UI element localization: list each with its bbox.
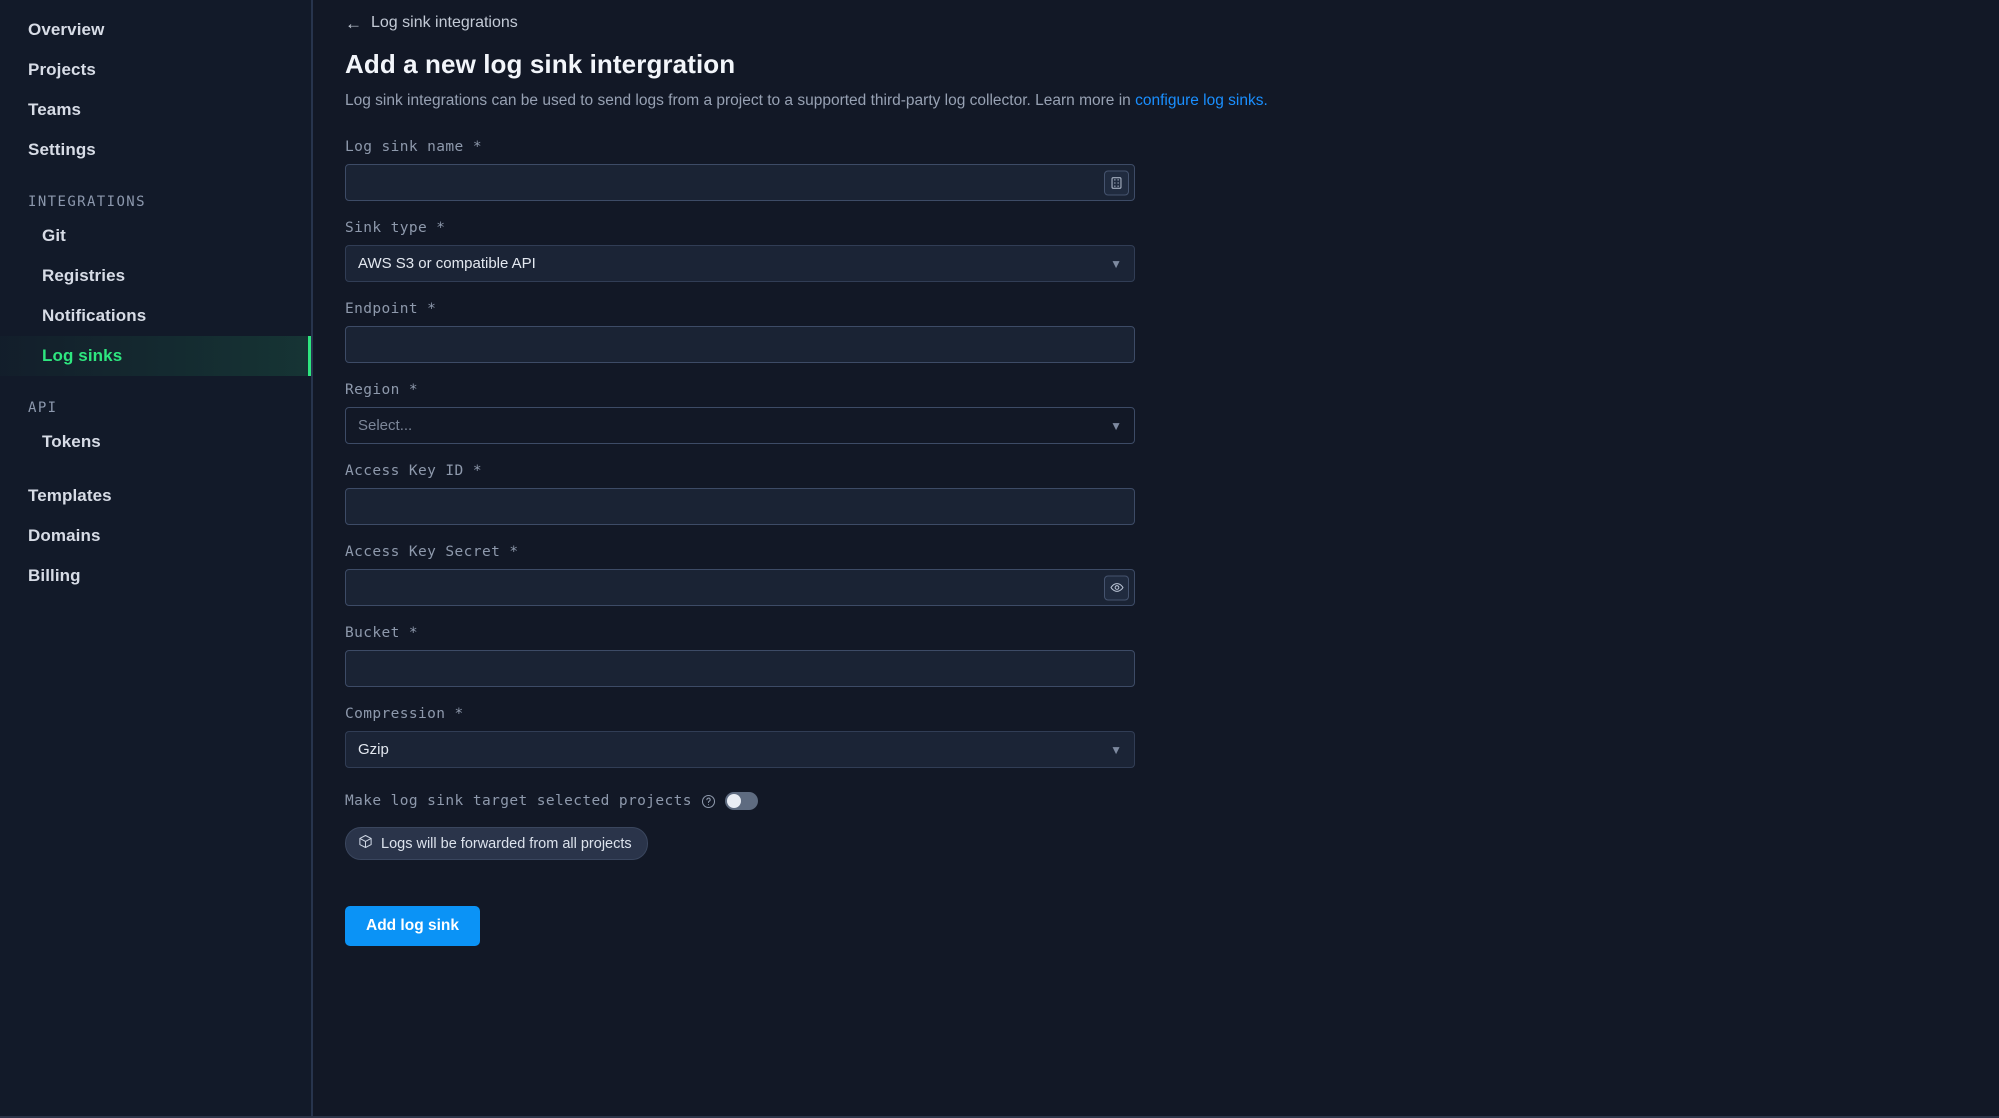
sidebar-item-label: Notifications: [42, 306, 147, 325]
compression-value: Gzip: [358, 741, 389, 758]
help-circle-icon[interactable]: [701, 794, 716, 809]
sidebar-divider-1: [0, 170, 311, 184]
compression-select[interactable]: Gzip ▼: [345, 731, 1135, 768]
access-key-id-input[interactable]: [345, 488, 1135, 525]
configure-log-sinks-link[interactable]: configure log sinks.: [1135, 92, 1268, 109]
log-sink-name-input-wrap: [345, 164, 1135, 201]
sidebar-item-label: Overview: [28, 20, 105, 39]
log-sink-name-label: Log sink name *: [345, 139, 482, 155]
bucket-input-wrap: [345, 650, 1135, 687]
sidebar-item-label: Domains: [28, 526, 101, 545]
sidebar-item-label: Templates: [28, 486, 112, 505]
sidebar-item-notifications[interactable]: Notifications: [0, 296, 311, 336]
sidebar-item-overview[interactable]: Overview: [0, 10, 311, 50]
breadcrumb-back-link[interactable]: ← Log sink integrations: [345, 14, 518, 32]
field-access-key-id: Access Key ID *: [345, 463, 1135, 525]
target-projects-toggle-row: Make log sink target selected projects: [345, 792, 1135, 810]
arrow-left-icon: ←: [345, 13, 362, 33]
sidebar-item-projects[interactable]: Projects: [0, 50, 311, 90]
sink-type-value: AWS S3 or compatible API: [358, 255, 536, 272]
sidebar-section-api: API: [28, 400, 58, 416]
sidebar-item-label: Registries: [42, 266, 126, 285]
target-projects-toggle[interactable]: [724, 792, 758, 810]
chevron-down-icon: ▼: [1110, 742, 1122, 757]
target-projects-label: Make log sink target selected projects: [345, 793, 692, 809]
sidebar-divider-3: [0, 462, 311, 476]
sink-type-select[interactable]: AWS S3 or compatible API ▼: [345, 245, 1135, 282]
sidebar-section-integrations: INTEGRATIONS: [28, 194, 146, 210]
main-content: ← Log sink integrations Add a new log si…: [313, 0, 1999, 1116]
field-sink-type: Sink type * AWS S3 or compatible API ▼: [345, 220, 1135, 282]
chevron-down-icon: ▼: [1110, 256, 1122, 271]
forward-projects-badge-label: Logs will be forwarded from all projects: [381, 835, 632, 852]
breadcrumb-label: Log sink integrations: [371, 14, 518, 31]
bucket-label: Bucket *: [345, 625, 419, 641]
eye-icon[interactable]: [1104, 575, 1129, 600]
field-access-key-secret: Access Key Secret *: [345, 544, 1135, 606]
sidebar-item-label: Git: [42, 226, 66, 245]
sidebar-item-label: Projects: [28, 60, 96, 79]
sidebar-item-label: Settings: [28, 140, 96, 159]
access-key-secret-input-wrap: [345, 569, 1135, 606]
toggle-knob: [726, 794, 741, 808]
chevron-down-icon: ▼: [1110, 418, 1122, 433]
page-title: Add a new log sink intergration: [345, 49, 736, 79]
add-log-sink-button[interactable]: Add log sink: [345, 906, 480, 946]
sidebar-item-registries[interactable]: Registries: [0, 256, 311, 296]
field-endpoint: Endpoint *: [345, 301, 1135, 363]
server-rack-icon[interactable]: [1104, 170, 1129, 195]
access-key-secret-label: Access Key Secret *: [345, 544, 519, 560]
endpoint-input[interactable]: [345, 326, 1135, 363]
region-label: Region *: [345, 382, 419, 398]
sidebar-item-tokens[interactable]: Tokens: [0, 422, 311, 462]
sidebar-item-billing[interactable]: Billing: [0, 556, 311, 596]
region-value: Select...: [358, 417, 413, 434]
field-log-sink-name: Log sink name *: [345, 139, 1135, 201]
compression-label: Compression *: [345, 706, 464, 722]
bucket-input[interactable]: [345, 650, 1135, 687]
endpoint-label: Endpoint *: [345, 301, 437, 317]
access-key-id-input-wrap: [345, 488, 1135, 525]
endpoint-input-wrap: [345, 326, 1135, 363]
sidebar-item-label: Teams: [28, 100, 82, 119]
sidebar-item-teams[interactable]: Teams: [0, 90, 311, 130]
sidebar-divider-2: [0, 376, 311, 390]
region-select[interactable]: Select... ▼: [345, 407, 1135, 444]
page-description: Log sink integrations can be used to sen…: [345, 91, 1999, 111]
log-sink-form: Log sink name * Sink type * AWS S3 or co…: [345, 139, 1135, 946]
sidebar-item-label: Tokens: [42, 432, 101, 451]
access-key-id-label: Access Key ID *: [345, 463, 482, 479]
forward-projects-badge: Logs will be forwarded from all projects: [345, 827, 648, 860]
access-key-secret-input[interactable]: [345, 569, 1135, 606]
sidebar-item-templates[interactable]: Templates: [0, 476, 311, 516]
field-region: Region * Select... ▼: [345, 382, 1135, 444]
sidebar-item-git[interactable]: Git: [0, 216, 311, 256]
field-compression: Compression * Gzip ▼: [345, 706, 1135, 768]
sidebar-item-label: Log sinks: [42, 346, 123, 365]
field-bucket: Bucket *: [345, 625, 1135, 687]
sidebar-item-domains[interactable]: Domains: [0, 516, 311, 556]
app-root: Overview Projects Teams Settings INTEGRA…: [0, 0, 1999, 1118]
sink-type-label: Sink type *: [345, 220, 446, 236]
package-icon: [358, 834, 373, 853]
page-description-text: Log sink integrations can be used to sen…: [345, 92, 1136, 109]
log-sink-name-input[interactable]: [345, 164, 1135, 201]
sidebar: Overview Projects Teams Settings INTEGRA…: [0, 0, 313, 1116]
sidebar-item-log-sinks[interactable]: Log sinks: [0, 336, 311, 376]
sidebar-item-label: Billing: [28, 566, 81, 585]
sidebar-item-settings[interactable]: Settings: [0, 130, 311, 170]
